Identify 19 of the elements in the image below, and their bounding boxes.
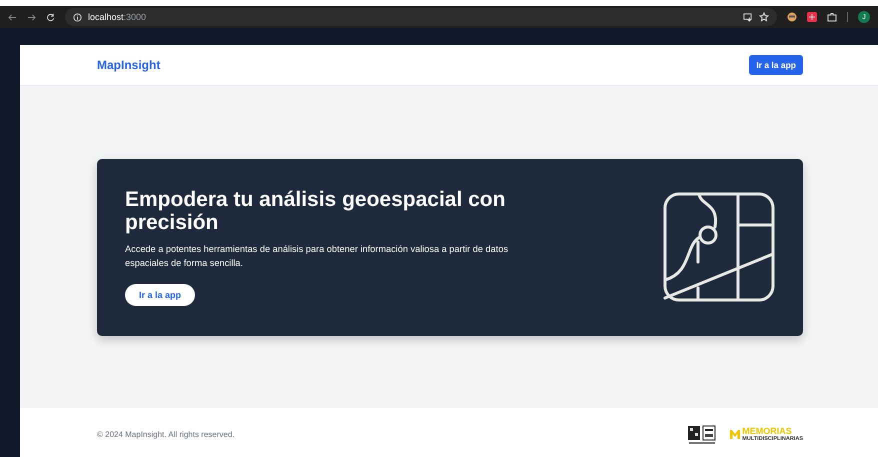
extension-icon[interactable]	[807, 12, 817, 22]
puzzle-icon[interactable]	[827, 12, 837, 22]
copyright-text: © 2024 MapInsight. All rights reserved.	[97, 430, 236, 439]
hero-title: Empodera tu análisis geoespacial con precisión	[125, 188, 506, 234]
brand-logo[interactable]: MapInsight	[97, 58, 160, 72]
extension-icon[interactable]	[787, 12, 797, 22]
back-icon[interactable]	[8, 12, 17, 22]
url-text: localhost:3000	[88, 12, 146, 22]
reload-icon[interactable]	[46, 12, 55, 22]
star-icon[interactable]	[759, 12, 769, 22]
info-icon[interactable]	[73, 12, 82, 22]
logo-title: MEMORIAS	[742, 426, 793, 436]
app-button[interactable]: Ir a la app	[749, 55, 803, 75]
hero-description: Accede a potentes herramientas de análisis para obtener información valiosa a partir de datos espaciales de forma sencilla.	[125, 243, 510, 270]
map-pin-icon	[663, 192, 775, 302]
address-bar[interactable]: localhost:3000	[65, 8, 777, 26]
app-button[interactable]: Ir a la app	[125, 284, 196, 306]
m-logo-icon	[730, 430, 740, 439]
forward-icon[interactable]	[27, 12, 36, 22]
